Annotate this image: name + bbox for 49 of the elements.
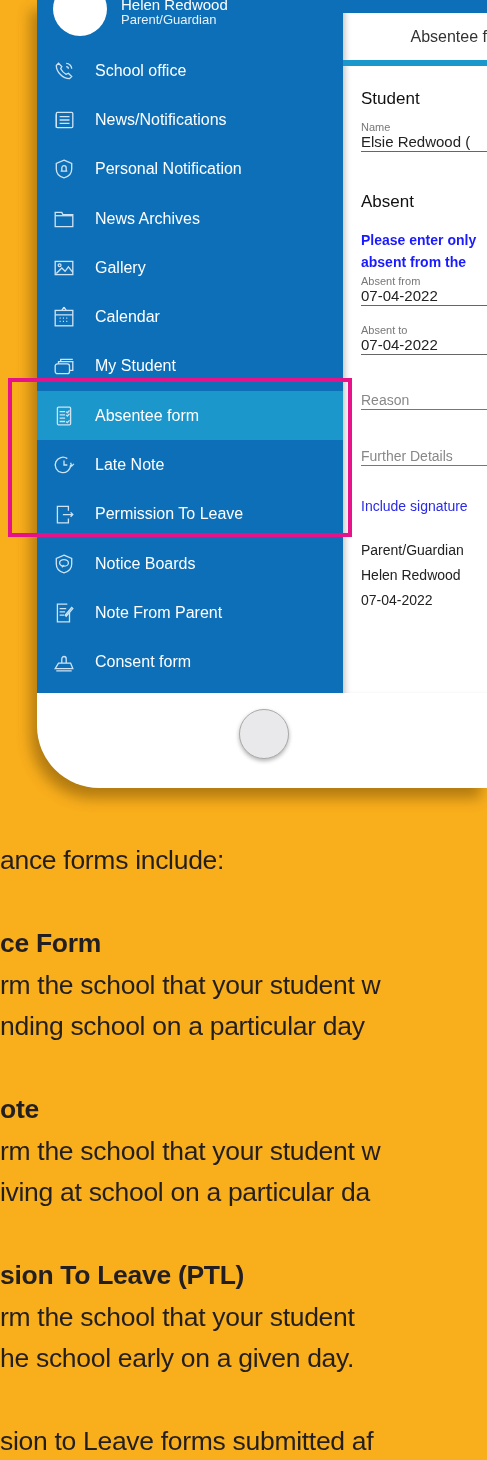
menu-item[interactable]: Absentee form [37, 391, 343, 441]
profile-name: Helen Redwood [121, 0, 228, 11]
form-heading: ote [0, 1093, 40, 1126]
signer-heading: Parent/Guardian [361, 542, 465, 558]
signature-link[interactable]: Include signature [361, 498, 468, 514]
phone-icon [53, 59, 75, 82]
shield-chat-icon [53, 552, 75, 575]
menu-item[interactable]: My Student [37, 341, 343, 392]
menu-item[interactable]: Calendar [37, 292, 343, 342]
form-heading: sion To Leave (PTL) [0, 1259, 246, 1292]
home-button[interactable] [239, 709, 289, 759]
profile-role: Parent/Guardian [121, 12, 218, 27]
calendar-icon [53, 306, 75, 329]
form-heading: ce Form [0, 927, 102, 960]
menu-item[interactable]: News Archives [37, 193, 343, 244]
input-field[interactable]: Reason [361, 392, 487, 410]
field-label: Absent to [361, 324, 409, 336]
clock-icon [53, 454, 75, 476]
menu-item[interactable]: Late Note [37, 440, 343, 490]
body-text: rm the school that your student w [0, 1134, 382, 1168]
menu-item[interactable]: Gallery [37, 243, 343, 293]
body-text: sion to Leave forms submitted af [0, 1425, 375, 1458]
shield-bell-icon [53, 158, 75, 181]
body-text: rm the school that your student [0, 1300, 356, 1334]
body-text: iving at school on a particular da [0, 1176, 372, 1209]
input-field[interactable]: Elsie Redwood ( [361, 133, 487, 152]
menu-item[interactable]: Personal Notification [37, 144, 343, 194]
body-text: he school early on a given day. [0, 1342, 356, 1375]
menu-item[interactable]: Permission To Leave [37, 489, 343, 539]
menu-item[interactable]: Notice Boards [37, 538, 343, 589]
section-heading: Student [361, 89, 421, 109]
signer-name: Helen Redwood [361, 567, 462, 583]
notice-text: absent from the [361, 253, 467, 272]
date-field[interactable]: 07-04-2022 [361, 336, 487, 355]
menu-item[interactable]: Consent form [37, 637, 343, 687]
section-heading: Absent [361, 192, 415, 212]
menu-item[interactable]: News/Notifications [37, 95, 343, 145]
signed-date: 07-04-2022 [361, 592, 434, 608]
intro-text: ance forms include: [0, 844, 226, 877]
field-label: Name [361, 121, 392, 133]
date-field[interactable]: 07-04-2022 [361, 287, 487, 306]
menu-item[interactable]: School office [37, 46, 343, 96]
field-label: Absent from [361, 275, 422, 287]
body-text: nding school on a particular day [0, 1010, 366, 1043]
notice-text: Please enter only [361, 231, 478, 250]
form-title: Absentee f [410, 27, 487, 46]
menu-item[interactable]: Note From Parent [37, 588, 343, 638]
body-text: rm the school that your student w [0, 968, 382, 1002]
input-field[interactable]: Further Details [361, 448, 487, 466]
